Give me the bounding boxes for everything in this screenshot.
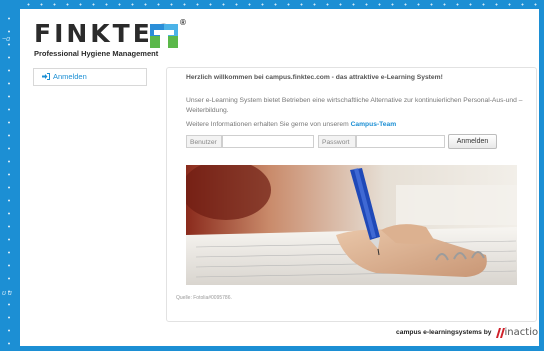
inactio-mark-icon <box>495 327 505 338</box>
more-info-prefix: Weitere Informationen erhalten Sie gerne… <box>186 121 349 128</box>
inactio-logo[interactable]: inactio <box>495 327 539 338</box>
footer: campus e-learningsystems by inactio <box>396 327 538 338</box>
hero-photo <box>186 165 517 285</box>
password-label: Passwort <box>318 135 356 148</box>
frame-right-border <box>539 0 544 351</box>
intro-text: Unser e-Learning System bietet Betrieben… <box>186 97 523 114</box>
welcome-heading: Herzlich willkommen bei campus.finktec.c… <box>186 74 443 81</box>
frame-decoration: ~ɑ <box>2 36 10 43</box>
username-label: Benutzer <box>186 135 222 148</box>
sidebar-item-anmelden[interactable]: Anmelden <box>42 72 87 81</box>
frame-bottom-border <box>0 346 544 351</box>
sidebar-item-label: Anmelden <box>53 72 87 81</box>
hero-photo-writing-hand <box>186 165 517 285</box>
password-input[interactable] <box>356 135 445 148</box>
main-panel: Herzlich willkommen bei campus.finktec.c… <box>166 67 537 322</box>
frame-dot-pattern <box>22 3 537 6</box>
finktec-logo: FINKTEC ® Professional Hygiene Managemen… <box>34 18 194 60</box>
frame-decoration: ʊ ɑ <box>2 290 12 297</box>
campus-team-link[interactable]: Campus-Team <box>351 121 397 128</box>
footer-text: campus e-learningsystems by <box>396 329 492 336</box>
registered-mark: ® <box>180 18 186 27</box>
logo-tagline: Professional Hygiene Management <box>34 49 159 58</box>
inactio-brand-text: inactio <box>504 327 539 338</box>
logo-mark-icon <box>150 24 178 48</box>
more-info-text: Weitere Informationen erhalten Sie gerne… <box>186 121 396 128</box>
sidebar-nav: Anmelden <box>33 68 147 86</box>
username-input[interactable] <box>222 135 314 148</box>
login-button[interactable]: Anmelden <box>448 134 497 149</box>
sign-in-icon <box>42 73 50 80</box>
image-caption: Quelle: Fotolia#0095786. <box>176 295 232 301</box>
